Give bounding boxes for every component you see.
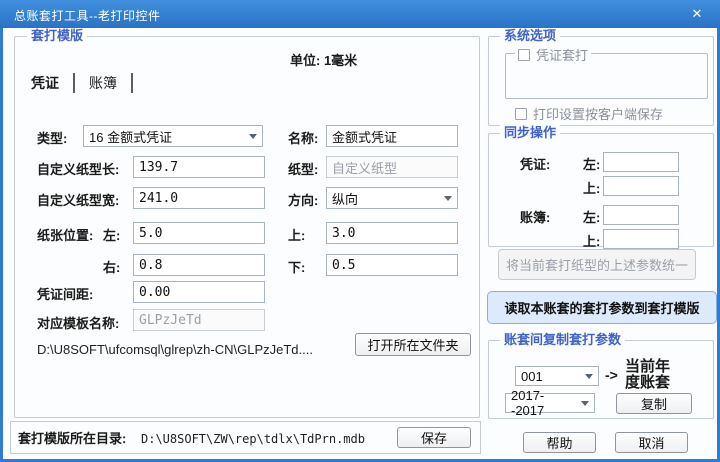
paper-type-input	[326, 156, 458, 178]
type-combobox-value: 16 金额式凭证	[89, 129, 173, 145]
unify-params-button: 将当前套打纸型的上述参数统一	[498, 249, 696, 280]
year-range-value: 2017--2017	[511, 388, 545, 418]
client-save-checkbox[interactable]: 打印设置按客户端保存	[515, 104, 663, 123]
tab-ledger[interactable]: 账簿	[83, 73, 123, 93]
type-label: 类型:	[37, 131, 68, 146]
tab-separator	[73, 73, 75, 93]
tab-bar: 凭证 账簿	[25, 73, 141, 93]
close-icon[interactable]: ✕	[688, 5, 706, 23]
chevron-down-icon	[444, 196, 452, 201]
help-button[interactable]: 帮助	[523, 432, 596, 453]
copy-button[interactable]: 复制	[616, 393, 692, 414]
position-top-label: 上:	[288, 228, 306, 243]
voucher-template-checkbox-label: 凭证套打	[536, 48, 589, 63]
unit-label: 单位: 1毫米	[290, 53, 358, 68]
title-bar: 总账套打工具--老打印控件 ✕	[0, 0, 720, 28]
system-options-title: 系统选项	[500, 28, 561, 44]
sync-book-label: 账簿:	[520, 210, 551, 225]
sync-voucher-top-label: 上:	[583, 181, 601, 196]
source-account-combobox[interactable]: 001	[515, 366, 599, 386]
name-label: 名称:	[288, 131, 319, 146]
type-combobox[interactable]: 16 金额式凭证	[83, 125, 263, 147]
checkbox-icon	[515, 107, 527, 120]
position-left-label: 左:	[103, 228, 121, 243]
voucher-gap-input[interactable]	[133, 281, 265, 303]
sync-voucher-left-label: 左:	[583, 157, 601, 172]
chevron-down-icon	[585, 374, 593, 379]
chevron-down-icon	[249, 134, 257, 139]
voucher-gap-label: 凭证间距:	[37, 287, 94, 302]
checkbox-icon	[518, 48, 530, 61]
template-name-label: 对应模板名称:	[37, 316, 120, 331]
position-right-input[interactable]	[133, 254, 265, 276]
dialog-window: 总账套打工具--老打印控件 ✕ 套打模版 单位: 1毫米 凭证 账簿 类型: 1…	[0, 0, 720, 462]
custom-width-label: 自定义纸型宽:	[37, 193, 120, 208]
open-folder-button[interactable]: 打开所在文件夹	[355, 333, 471, 356]
position-left-input[interactable]	[133, 222, 265, 244]
read-params-button[interactable]: 读取本账套的套打参数到套打模版	[487, 291, 717, 324]
cancel-button[interactable]: 取消	[615, 432, 688, 453]
template-group-title: 套打模版	[27, 28, 88, 44]
sync-operations-groupbox	[488, 133, 714, 247]
custom-width-input[interactable]	[133, 187, 265, 209]
custom-length-label: 自定义纸型长:	[37, 162, 120, 177]
dialog-body: 套打模版 单位: 1毫米 凭证 账簿 类型: 16 金额式凭证 名称: 自定义纸…	[3, 28, 717, 459]
chevron-down-icon	[581, 401, 589, 406]
sync-book-top-input[interactable]	[603, 229, 679, 249]
copy-params-title: 账套间复制套打参数	[500, 332, 626, 348]
position-right-label: 右:	[103, 260, 121, 275]
sync-voucher-top-input[interactable]	[603, 176, 679, 196]
position-bottom-input[interactable]	[326, 254, 458, 276]
arrow-icon: ->	[605, 367, 618, 383]
paper-type-label: 纸型:	[288, 162, 319, 177]
orientation-combobox[interactable]: 纵向	[326, 187, 458, 209]
orientation-combobox-value: 纵向	[332, 191, 359, 207]
position-top-input[interactable]	[326, 222, 458, 244]
custom-length-input[interactable]	[133, 156, 265, 178]
voucher-template-checkbox[interactable]: 凭证套打	[515, 45, 592, 64]
sync-voucher-label: 凭证:	[520, 157, 551, 172]
save-button[interactable]: 保存	[397, 427, 471, 448]
target-account-label: 当前年度账套	[625, 358, 671, 391]
position-bottom-label: 下:	[288, 260, 306, 275]
template-name-input	[133, 309, 265, 331]
source-account-value: 001	[521, 368, 543, 384]
paper-position-label: 纸张位置:	[37, 228, 94, 243]
sync-book-top-label: 上:	[583, 234, 601, 249]
sync-voucher-left-input[interactable]	[603, 152, 679, 172]
year-range-combobox[interactable]: 2017--2017	[505, 388, 595, 418]
client-save-checkbox-label: 打印设置按客户端保存	[533, 107, 664, 122]
name-input[interactable]	[326, 125, 458, 147]
template-dir-label: 套打模版所在目录:	[18, 431, 127, 446]
window-title: 总账套打工具--老打印控件	[14, 9, 161, 23]
orientation-label: 方向:	[288, 193, 319, 208]
tab-voucher[interactable]: 凭证	[25, 73, 65, 93]
template-file-path: D:\U8SOFT\ufcomsql\glrep\zh-CN\GLPzJeTd.…	[37, 342, 313, 357]
template-dir-value: D:\U8SOFT\ZW\rep\tdlx\TdPrn.mdb	[141, 432, 365, 446]
sync-book-left-label: 左:	[583, 210, 601, 225]
sync-book-left-input[interactable]	[603, 205, 679, 225]
sync-operations-title: 同步操作	[500, 125, 561, 141]
tab-separator	[131, 73, 133, 93]
